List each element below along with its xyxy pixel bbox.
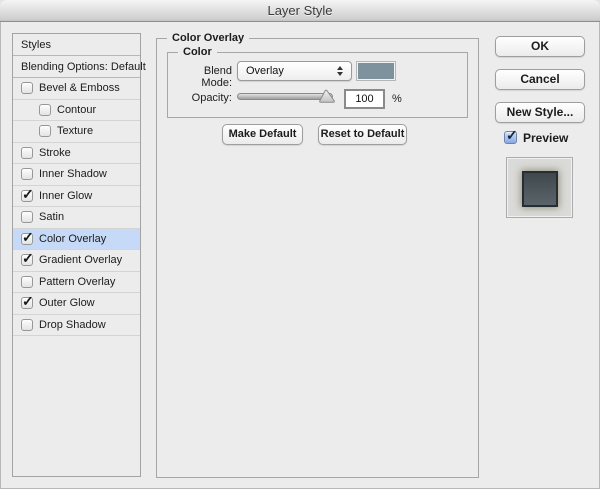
style-checkbox[interactable] [21, 190, 33, 202]
layer-style-dialog: Layer Style Styles Blending Options: Def… [0, 0, 600, 489]
style-checkbox[interactable] [21, 147, 33, 159]
sidebar-item-list: Bevel & Emboss Contour Texture Stroke In… [13, 78, 140, 336]
color-group-title: Color [178, 46, 217, 59]
sidebar-item-gradient-overlay[interactable]: Gradient Overlay [13, 250, 140, 272]
style-label: Stroke [39, 147, 71, 159]
style-label: Gradient Overlay [39, 254, 122, 266]
sidebar-item-inner-shadow[interactable]: Inner Shadow [13, 164, 140, 186]
sidebar-item-drop-shadow[interactable]: Drop Shadow [13, 315, 140, 337]
make-default-button[interactable]: Make Default [222, 124, 303, 145]
style-checkbox[interactable] [21, 168, 33, 180]
style-checkbox[interactable] [21, 297, 33, 309]
sidebar-header-styles[interactable]: Styles [13, 34, 140, 56]
sidebar-item-satin[interactable]: Satin [13, 207, 140, 229]
style-label: Texture [57, 125, 93, 137]
preview-label: Preview [523, 131, 568, 145]
style-checkbox[interactable] [21, 82, 33, 94]
preview-thumbnail [506, 157, 573, 218]
styles-sidebar: Styles Blending Options: Default Bevel &… [12, 33, 141, 477]
style-checkbox[interactable] [39, 125, 51, 137]
opacity-label: Opacity: [172, 92, 232, 104]
style-checkbox[interactable] [21, 276, 33, 288]
style-label: Inner Glow [39, 190, 92, 202]
window-title: Layer Style [267, 3, 332, 18]
style-label: Pattern Overlay [39, 276, 115, 288]
blend-mode-select[interactable]: Overlay [237, 61, 352, 81]
reset-to-default-button[interactable]: Reset to Default [318, 124, 407, 145]
style-label: Drop Shadow [39, 319, 106, 331]
stepper-arrows-icon [336, 64, 345, 78]
style-label: Bevel & Emboss [39, 82, 120, 94]
new-style-button[interactable]: New Style... [495, 102, 585, 123]
preview-checkbox[interactable] [504, 131, 517, 144]
style-checkbox[interactable] [21, 211, 33, 223]
styles-header-label: Styles [21, 39, 51, 51]
color-overlay-group-title: Color Overlay [167, 32, 249, 45]
style-label: Color Overlay [39, 233, 106, 245]
blending-options-label: Blending Options: Default [21, 61, 146, 73]
opacity-input[interactable] [344, 89, 385, 109]
sidebar-item-pattern-overlay[interactable]: Pattern Overlay [13, 272, 140, 294]
sidebar-item-inner-glow[interactable]: Inner Glow [13, 186, 140, 208]
opacity-slider-thumb[interactable] [318, 89, 336, 104]
style-label: Outer Glow [39, 297, 95, 309]
style-checkbox[interactable] [21, 233, 33, 245]
ok-button[interactable]: OK [495, 36, 585, 57]
blend-mode-label: Blend Mode: [172, 65, 232, 89]
sidebar-item-bevel-emboss[interactable]: Bevel & Emboss [13, 78, 140, 100]
opacity-unit: % [392, 93, 402, 105]
sidebar-item-contour[interactable]: Contour [13, 100, 140, 122]
sidebar-item-stroke[interactable]: Stroke [13, 143, 140, 165]
cancel-button[interactable]: Cancel [495, 69, 585, 90]
blend-mode-value: Overlay [246, 65, 284, 77]
style-label: Inner Shadow [39, 168, 107, 180]
preview-thumbnail-square [522, 171, 558, 207]
sidebar-item-blending-options[interactable]: Blending Options: Default [13, 56, 140, 78]
sidebar-item-texture[interactable]: Texture [13, 121, 140, 143]
style-checkbox[interactable] [21, 254, 33, 266]
title-bar: Layer Style [0, 0, 600, 22]
style-checkbox[interactable] [39, 104, 51, 116]
sidebar-item-color-overlay[interactable]: Color Overlay [13, 229, 140, 251]
style-checkbox[interactable] [21, 319, 33, 331]
sidebar-item-outer-glow[interactable]: Outer Glow [13, 293, 140, 315]
blend-color-swatch[interactable] [356, 61, 396, 81]
style-label: Satin [39, 211, 64, 223]
style-label: Contour [57, 104, 96, 116]
